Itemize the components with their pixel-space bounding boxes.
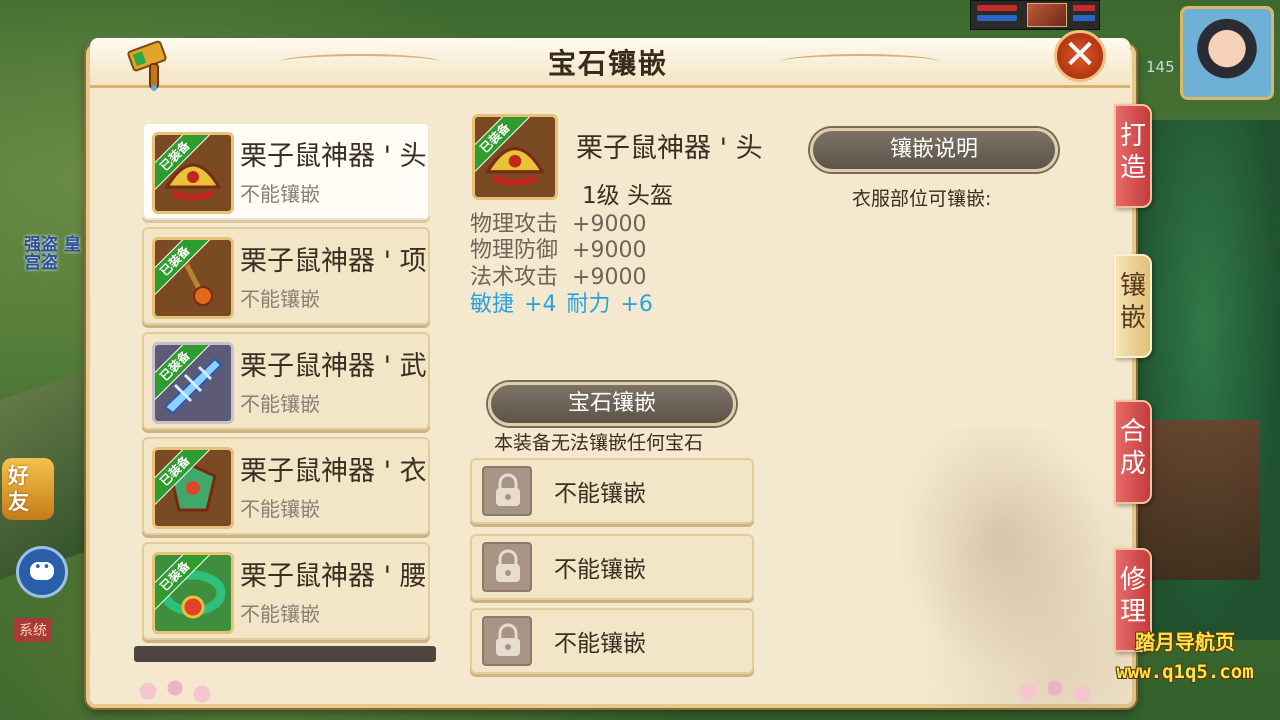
equipment-status: 不能镶嵌 xyxy=(240,287,320,311)
weapon-icon: 已装备 xyxy=(152,342,234,424)
equipment-item-weapon[interactable]: 已装备 栗子鼠神器 ' 武 不能镶嵌 xyxy=(142,332,430,430)
pet-hp-bar xyxy=(1073,5,1095,11)
inlay-info-header: 镶嵌说明 xyxy=(810,128,1058,172)
armor-icon: 已装备 xyxy=(152,447,234,529)
gem-slot[interactable]: 不能镶嵌 xyxy=(470,458,754,524)
player-hp-bar xyxy=(977,5,1017,11)
watermark: 踏月导航页 www.q1q5.com xyxy=(1100,626,1270,683)
hammer-icon xyxy=(127,40,167,91)
equipment-name: 栗子鼠神器 ' 衣 xyxy=(240,456,427,487)
helmet-icon: 已装备 xyxy=(152,132,234,214)
lock-icon xyxy=(482,466,532,516)
close-button[interactable]: ✕ xyxy=(1054,30,1106,82)
tab-synthesize[interactable]: 合成 xyxy=(1114,400,1152,504)
list-scroll-edge xyxy=(134,646,436,662)
selected-equipment-level-type: 1级 头盔 xyxy=(582,183,673,209)
pet-avatar[interactable] xyxy=(1027,3,1067,27)
lock-icon xyxy=(482,616,532,666)
chat-bubble-icon[interactable] xyxy=(16,546,68,598)
gem-slot[interactable]: 不能镶嵌 xyxy=(470,608,754,674)
panel-title: 宝石镶嵌 xyxy=(547,47,668,80)
gem-section-note: 本装备无法镶嵌任何宝石 xyxy=(494,432,704,454)
extra-stat-label: 耐力 xyxy=(566,292,611,317)
gem-slot-label: 不能镶嵌 xyxy=(554,481,646,507)
player-mp-bar xyxy=(977,15,1017,21)
party-status-bars[interactable] xyxy=(970,0,1100,30)
extra-stat-value: +6 xyxy=(620,292,653,317)
gem-slot-label: 不能镶嵌 xyxy=(554,631,646,657)
npc-name-label: 强盗 皇宫盗 xyxy=(24,235,81,273)
equipment-item-helmet[interactable]: 已装备 栗子鼠神器 ' 头 不能镶嵌 xyxy=(142,122,430,220)
equipment-name: 栗子鼠神器 ' 头 xyxy=(240,141,427,172)
system-channel-tag: 系统 xyxy=(14,618,52,642)
equipment-status: 不能镶嵌 xyxy=(240,182,320,206)
equipment-status: 不能镶嵌 xyxy=(240,497,320,521)
equipment-status: 不能镶嵌 xyxy=(240,392,320,416)
selected-equipment-name: 栗子鼠神器 ' 头 xyxy=(576,133,763,164)
equipment-list[interactable]: 已装备 栗子鼠神器 ' 头 不能镶嵌 已装备 栗子鼠神器 ' 项 不能镶嵌 已装… xyxy=(134,114,438,664)
equipment-name: 栗子鼠神器 ' 项 xyxy=(240,246,427,277)
extra-stat-label: 敏捷 xyxy=(470,292,515,317)
gem-section-header: 宝石镶嵌 xyxy=(488,382,736,426)
belt-icon: 已装备 xyxy=(152,552,234,634)
equipment-name: 栗子鼠神器 ' 武 xyxy=(240,351,427,382)
gem-slot[interactable]: 不能镶嵌 xyxy=(470,534,754,600)
tab-forge[interactable]: 打造 xyxy=(1114,104,1152,208)
watermark-line1: 踏月导航页 xyxy=(1135,630,1235,654)
pet-mp-bar xyxy=(1073,15,1095,21)
friends-button[interactable]: 好友 xyxy=(2,458,54,520)
necklace-icon: 已装备 xyxy=(152,237,234,319)
gem-slot-label: 不能镶嵌 xyxy=(554,557,646,583)
equipment-item-armor[interactable]: 已装备 栗子鼠神器 ' 衣 不能镶嵌 xyxy=(142,437,430,535)
lock-icon xyxy=(482,542,532,592)
cherry-blossom-decoration xyxy=(1010,676,1100,706)
cherry-blossom-decoration xyxy=(130,676,220,706)
selected-helmet-icon: 已装备 xyxy=(472,114,558,200)
tab-inlay[interactable]: 镶嵌 xyxy=(1114,254,1152,358)
inlay-info-text: 衣服部位可镶嵌: xyxy=(852,188,992,210)
extra-stat-value: +4 xyxy=(524,292,557,317)
watermark-line2: www.q1q5.com xyxy=(1116,661,1254,683)
equipment-status: 不能镶嵌 xyxy=(240,602,320,626)
equipment-item-necklace[interactable]: 已装备 栗子鼠神器 ' 项 不能镶嵌 xyxy=(142,227,430,325)
equipment-item-belt[interactable]: 已装备 栗子鼠神器 ' 腰 不能镶嵌 xyxy=(142,542,430,640)
extra-attributes: 敏捷 +4 耐力 +6 xyxy=(470,286,663,318)
equipment-name: 栗子鼠神器 ' 腰 xyxy=(240,561,427,592)
